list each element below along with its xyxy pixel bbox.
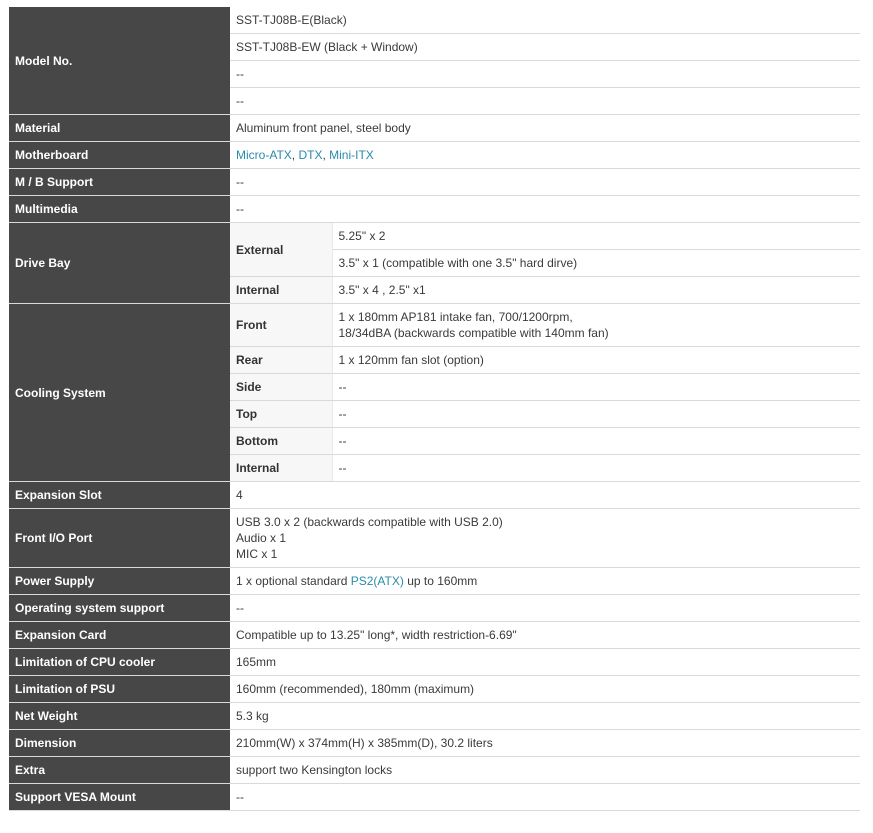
row-label-vesa-mount: Support VESA Mount: [9, 783, 230, 811]
row-label-os-support: Operating system support: [9, 594, 230, 622]
table-row: Expansion Card Compatible up to 13.25" l…: [9, 621, 860, 649]
mb-support-value: --: [230, 168, 860, 196]
front-io-line: USB 3.0 x 2 (backwards compatible with U…: [236, 515, 503, 529]
expansion-slot-value: 4: [230, 481, 860, 509]
row-label-dimension: Dimension: [9, 729, 230, 757]
row-label-cooling-system: Cooling System: [9, 303, 230, 482]
row-label-mb-support: M / B Support: [9, 168, 230, 196]
table-row: Cooling System Front 1 x 180mm AP181 int…: [9, 303, 860, 482]
cooling-top-value: --: [332, 400, 860, 428]
motherboard-value: Micro-ATX, DTX, Mini-ITX: [230, 141, 860, 169]
power-supply-value: 1 x optional standard PS2(ATX) up to 160…: [230, 567, 860, 595]
cooling-internal-value: --: [332, 454, 860, 482]
row-label-multimedia: Multimedia: [9, 195, 230, 223]
model-no-value: --: [230, 87, 860, 115]
psu-limit-value: 160mm (recommended), 180mm (maximum): [230, 675, 860, 703]
sub-label-top: Top: [230, 400, 333, 428]
power-supply-prefix: 1 x optional standard: [236, 574, 351, 588]
cooling-rear-value: 1 x 120mm fan slot (option): [332, 346, 860, 374]
row-label-cpu-cooler: Limitation of CPU cooler: [9, 648, 230, 676]
sub-label-bottom: Bottom: [230, 427, 333, 455]
row-label-drive-bay: Drive Bay: [9, 222, 230, 304]
model-no-value: SST-TJ08B-E(Black): [230, 7, 860, 34]
table-row: Limitation of CPU cooler 165mm: [9, 648, 860, 676]
table-row: Extra support two Kensington locks: [9, 756, 860, 784]
link-dtx[interactable]: DTX: [298, 148, 322, 162]
table-row: Limitation of PSU 160mm (recommended), 1…: [9, 675, 860, 703]
row-label-power-supply: Power Supply: [9, 567, 230, 595]
model-no-value: --: [230, 60, 860, 88]
row-label-motherboard: Motherboard: [9, 141, 230, 169]
vesa-mount-value: --: [230, 783, 860, 811]
spec-table: Model No. SST-TJ08B-E(Black) SST-TJ08B-E…: [9, 7, 860, 811]
drive-bay-external-value: 5.25" x 2: [332, 222, 860, 250]
table-row: Drive Bay External 5.25" x 2: [9, 222, 860, 304]
front-io-line: Audio x 1: [236, 531, 287, 545]
cpu-cooler-value: 165mm: [230, 648, 860, 676]
sub-label-side: Side: [230, 373, 333, 401]
extra-value: support two Kensington locks: [230, 756, 860, 784]
model-no-value: SST-TJ08B-EW (Black + Window): [230, 33, 860, 61]
table-row: Model No. SST-TJ08B-E(Black): [9, 7, 860, 115]
cooling-front-value: 1 x 180mm AP181 intake fan, 700/1200rpm,…: [332, 303, 860, 347]
cooling-front-line: 18/34dBA (backwards compatible with 140m…: [338, 326, 609, 340]
link-ps2-atx[interactable]: PS2(ATX): [351, 574, 404, 588]
link-mini-itx[interactable]: Mini-ITX: [329, 148, 374, 162]
front-io-value: USB 3.0 x 2 (backwards compatible with U…: [230, 508, 860, 568]
expansion-card-value: Compatible up to 13.25" long*, width res…: [230, 621, 860, 649]
sub-label-rear: Rear: [230, 346, 333, 374]
table-row: Material Aluminum front panel, steel bod…: [9, 114, 860, 142]
power-supply-suffix: up to 160mm: [403, 574, 478, 588]
sub-label-internal: Internal: [230, 454, 333, 482]
material-value: Aluminum front panel, steel body: [230, 114, 860, 142]
row-label-model-no: Model No.: [9, 7, 230, 115]
table-row: Dimension 210mm(W) x 374mm(H) x 385mm(D)…: [9, 729, 860, 757]
drive-bay-internal-value: 3.5" x 4 , 2.5" x1: [332, 276, 860, 304]
dimension-value: 210mm(W) x 374mm(H) x 385mm(D), 30.2 lit…: [230, 729, 860, 757]
table-row: M / B Support --: [9, 168, 860, 196]
row-label-front-io-port: Front I/O Port: [9, 508, 230, 568]
table-row: Expansion Slot 4: [9, 481, 860, 509]
row-label-net-weight: Net Weight: [9, 702, 230, 730]
cooling-bottom-value: --: [332, 427, 860, 455]
sub-label-front: Front: [230, 303, 333, 347]
table-row: Motherboard Micro-ATX, DTX, Mini-ITX: [9, 141, 860, 169]
table-row: Net Weight 5.3 kg: [9, 702, 860, 730]
front-io-line: MIC x 1: [236, 547, 278, 561]
os-support-value: --: [230, 594, 860, 622]
table-row: Front I/O Port USB 3.0 x 2 (backwards co…: [9, 508, 860, 568]
row-label-expansion-card: Expansion Card: [9, 621, 230, 649]
cooling-front-line: 1 x 180mm AP181 intake fan, 700/1200rpm,: [338, 310, 573, 324]
row-label-psu-limit: Limitation of PSU: [9, 675, 230, 703]
table-row: Multimedia --: [9, 195, 860, 223]
net-weight-value: 5.3 kg: [230, 702, 860, 730]
table-row: Power Supply 1 x optional standard PS2(A…: [9, 567, 860, 595]
sub-label-internal: Internal: [230, 276, 333, 304]
row-label-extra: Extra: [9, 756, 230, 784]
row-label-expansion-slot: Expansion Slot: [9, 481, 230, 509]
table-row: Operating system support --: [9, 594, 860, 622]
sub-label-external: External: [230, 222, 333, 277]
cooling-side-value: --: [332, 373, 860, 401]
multimedia-value: --: [230, 195, 860, 223]
row-label-material: Material: [9, 114, 230, 142]
drive-bay-external-value: 3.5" x 1 (compatible with one 3.5" hard …: [332, 249, 860, 277]
link-micro-atx[interactable]: Micro-ATX: [236, 148, 292, 162]
table-row: Support VESA Mount --: [9, 783, 860, 811]
